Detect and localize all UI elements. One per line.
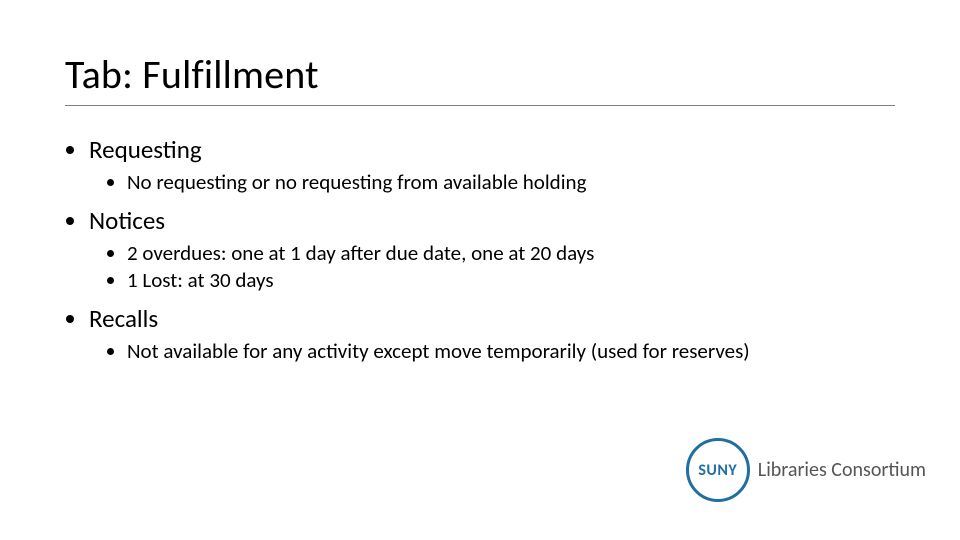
sub-list-item: 1 Lost: at 30 days: [127, 267, 895, 293]
sub-list: No requesting or no requesting from avai…: [89, 169, 895, 195]
list-item-label: Recalls: [89, 303, 158, 334]
list-item-label: Requesting: [89, 134, 202, 165]
logo-text: Libraries Consortium: [758, 458, 926, 482]
sub-list-item: Not available for any activity except mo…: [127, 338, 895, 364]
logo-circle-icon: SUNY: [686, 438, 750, 502]
logo-circle-text: SUNY: [698, 461, 737, 480]
sub-list: Not available for any activity except mo…: [89, 338, 895, 364]
list-item: Notices 2 overdues: one at 1 day after d…: [89, 205, 895, 293]
list-item: Requesting No requesting or no requestin…: [89, 134, 895, 195]
sub-list-item: 2 overdues: one at 1 day after due date,…: [127, 240, 895, 266]
slide-title: Tab: Fulfillment: [65, 50, 895, 99]
sub-list-item: No requesting or no requesting from avai…: [127, 169, 895, 195]
title-underline: [65, 105, 895, 106]
bullet-list: Requesting No requesting or no requestin…: [65, 134, 895, 364]
list-item: Recalls Not available for any activity e…: [89, 303, 895, 364]
sub-list: 2 overdues: one at 1 day after due date,…: [89, 240, 895, 293]
list-item-label: Notices: [89, 205, 165, 236]
slide: Tab: Fulfillment Requesting No requestin…: [0, 0, 960, 540]
suny-logo: SUNY Libraries Consortium: [686, 438, 926, 502]
